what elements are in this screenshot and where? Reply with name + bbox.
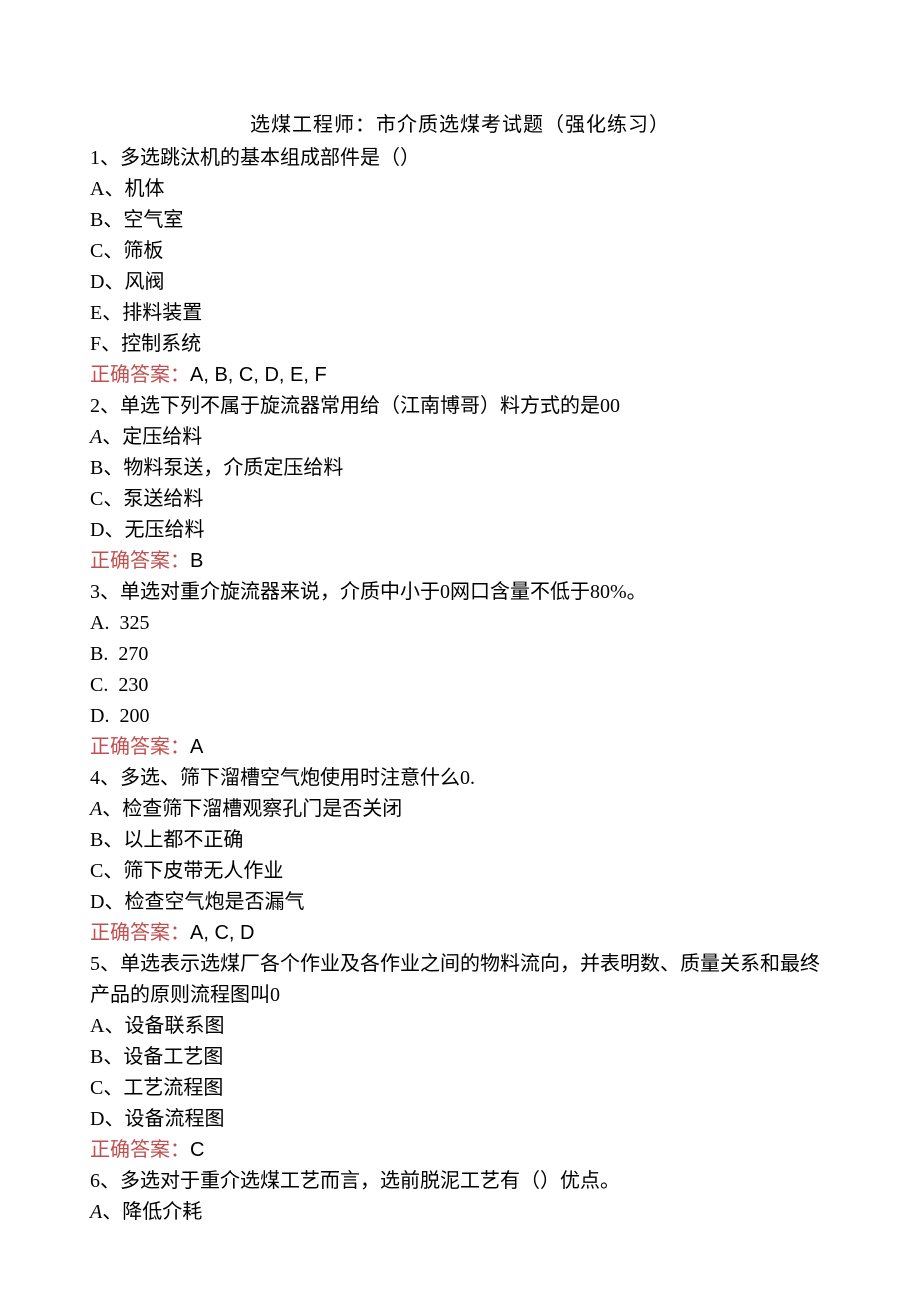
q1-option-a: A、机体: [90, 174, 830, 205]
q5-option-a: A、设备联系图: [90, 1011, 830, 1042]
q2-answer: 正确答案：B: [90, 546, 830, 577]
q3-option-b: B. 270: [90, 639, 830, 670]
q2-option-a: A、定压给料: [90, 422, 830, 453]
q4-a-text: 、检查筛下溜槽观察孔门是否关闭: [102, 798, 402, 820]
q1-option-e: E、排料装置: [90, 298, 830, 329]
q5-option-d: D、设备流程图: [90, 1104, 830, 1135]
q1-option-d: D、风阀: [90, 267, 830, 298]
q2-answer-label: 正确答案：: [90, 550, 190, 572]
q4-a-letter: A: [90, 798, 102, 820]
q4-option-d: D、检查空气炮是否漏气: [90, 887, 830, 918]
q4-option-a: A、检查筛下溜槽观察孔门是否关闭: [90, 794, 830, 825]
q5-answer: 正确答案：C: [90, 1135, 830, 1166]
q5-answer-label: 正确答案：: [90, 1139, 190, 1161]
q1-answer: 正确答案：A, B, C, D, E, F: [90, 360, 830, 391]
q1-stem: 1、多选跳汰机的基本组成部件是（）: [90, 143, 830, 174]
q3-option-a: A. 325: [90, 608, 830, 639]
q6-option-a: A、降低介耗: [90, 1197, 830, 1228]
q4-answer: 正确答案：A, C, D: [90, 918, 830, 949]
document-page: 选煤工程师：市介质选煤考试题（强化练习） 1、多选跳汰机的基本组成部件是（） A…: [0, 0, 920, 1288]
q1-option-f: F、控制系统: [90, 329, 830, 360]
q2-a-text: 、定压给料: [102, 426, 202, 448]
q2-option-d: D、无压给料: [90, 515, 830, 546]
q1-option-c: C、筛板: [90, 236, 830, 267]
q3-option-c: C. 230: [90, 670, 830, 701]
q2-option-b: B、物料泵送，介质定压给料: [90, 453, 830, 484]
page-title: 选煤工程师：市介质选煤考试题（强化练习）: [90, 108, 830, 137]
q6-a-letter: A: [90, 1201, 102, 1223]
q3-option-d: D. 200: [90, 701, 830, 732]
q3-answer-value: A: [190, 736, 203, 758]
q3-stem: 3、单选对重介旋流器来说，介质中小于0网口含量不低于80%。: [90, 577, 830, 608]
q5-option-c: C、工艺流程图: [90, 1073, 830, 1104]
q5-answer-value: C: [190, 1139, 204, 1161]
q3-answer-label: 正确答案：: [90, 736, 190, 758]
q3-answer: 正确答案：A: [90, 732, 830, 763]
q6-stem: 6、多选对于重介选煤工艺而言，选前脱泥工艺有（）优点。: [90, 1166, 830, 1197]
q4-stem: 4、多选、筛下溜槽空气炮使用时注意什么0.: [90, 763, 830, 794]
q6-a-text: 、降低介耗: [102, 1201, 202, 1223]
q5-stem: 5、单选表示选煤厂各个作业及各作业之间的物料流向，并表明数、质量关系和最终产品的…: [90, 949, 830, 1011]
q1-option-b: B、空气室: [90, 205, 830, 236]
q4-option-c: C、筛下皮带无人作业: [90, 856, 830, 887]
q5-option-b: B、设备工艺图: [90, 1042, 830, 1073]
q2-a-letter: A: [90, 426, 102, 448]
q2-option-c: C、泵送给料: [90, 484, 830, 515]
q4-option-b: B、以上都不正确: [90, 825, 830, 856]
q1-answer-value: A, B, C, D, E, F: [190, 364, 327, 386]
q2-answer-value: B: [190, 550, 203, 572]
q4-answer-value: A, C, D: [190, 922, 254, 944]
q4-answer-label: 正确答案：: [90, 922, 190, 944]
q1-answer-label: 正确答案：: [90, 364, 190, 386]
q2-stem: 2、单选下列不属于旋流器常用给（江南博哥）料方式的是00: [90, 391, 830, 422]
